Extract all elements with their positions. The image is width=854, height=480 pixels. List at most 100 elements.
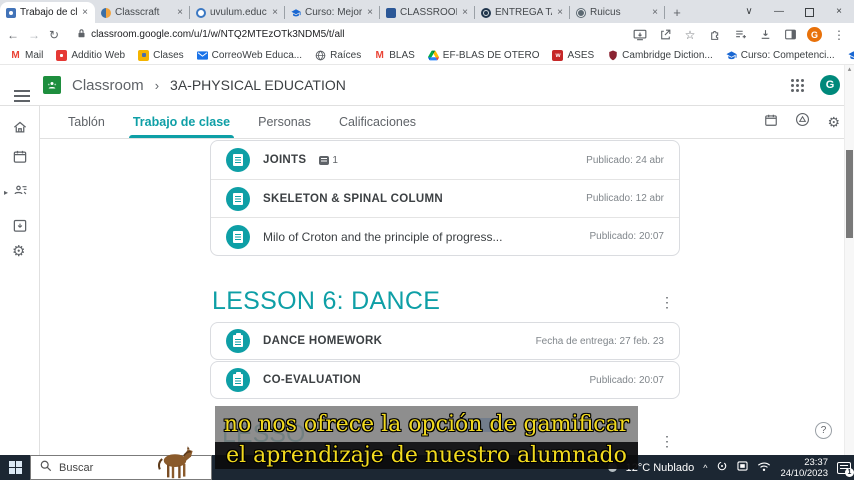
section-menu-icon[interactable]: ⋮ bbox=[656, 295, 678, 309]
material-book-icon bbox=[226, 148, 250, 172]
bookmark-label: Cambridge Diction... bbox=[622, 49, 713, 61]
desktop-horse-pet[interactable] bbox=[150, 443, 200, 480]
assignment-row-coevaluation[interactable]: CO-EVALUATION Publicado: 20:07 bbox=[211, 362, 679, 398]
back-button[interactable]: ← bbox=[7, 28, 19, 42]
assignment-title: CO-EVALUATION bbox=[263, 374, 362, 386]
tab-trabajo-de-clase-nav[interactable]: Trabajo de clase bbox=[119, 106, 244, 138]
tab-uvulum[interactable]: uvulum.educa.m... × bbox=[190, 2, 285, 23]
start-button[interactable] bbox=[0, 455, 30, 480]
material-row-skeleton[interactable]: SKELETON & SPINAL COLUMN Publicado: 12 a… bbox=[211, 179, 679, 217]
tab-tablon[interactable]: Tablón bbox=[54, 106, 119, 138]
tab-classcraft[interactable]: Classcraft × bbox=[95, 2, 190, 23]
sidebar-calendar-icon[interactable] bbox=[12, 149, 28, 169]
bookmark-star-icon[interactable]: ☆ bbox=[682, 27, 698, 43]
bookmark-raices[interactable]: Raíces bbox=[315, 50, 361, 61]
tray-app-icon[interactable] bbox=[737, 461, 749, 474]
notification-center-icon[interactable]: 1 bbox=[837, 461, 854, 477]
tab-classroom-b[interactable]: CLASSROOM B... × bbox=[380, 2, 475, 23]
tab-label: Personas bbox=[258, 115, 311, 129]
tab-personas[interactable]: Personas bbox=[244, 106, 325, 138]
browser-profile-avatar[interactable]: G bbox=[807, 27, 822, 42]
classcraft-favicon bbox=[101, 7, 111, 18]
minimize-button[interactable]: — bbox=[764, 0, 794, 23]
app-name[interactable]: Classroom bbox=[72, 77, 144, 94]
tab-close-icon[interactable]: × bbox=[176, 7, 184, 18]
assignment-row-dance-homework[interactable]: DANCE HOMEWORK Fecha de entrega: 27 feb.… bbox=[211, 323, 679, 359]
bookmark-blas[interactable]: BLAS bbox=[374, 50, 415, 61]
drive-folder-icon[interactable] bbox=[795, 112, 810, 132]
settings-gear-icon[interactable]: ⚙ bbox=[827, 115, 840, 129]
hamburger-menu-icon[interactable] bbox=[14, 78, 32, 92]
help-icon[interactable]: ? bbox=[815, 422, 832, 439]
tab-close-icon[interactable]: × bbox=[556, 7, 564, 18]
scrollbar[interactable]: ▴ bbox=[844, 65, 854, 455]
material-row-milo[interactable]: Milo of Croton and the principle of prog… bbox=[211, 217, 679, 255]
tab-close-icon[interactable]: × bbox=[461, 7, 469, 18]
archived-classes-icon[interactable] bbox=[12, 218, 28, 238]
course-name[interactable]: 3A-PHYSICAL EDUCATION bbox=[170, 77, 346, 93]
account-avatar[interactable]: G bbox=[820, 75, 840, 95]
subtitle-text: no nos ofrece la opción de gamificar bbox=[223, 411, 630, 437]
home-icon[interactable] bbox=[12, 120, 28, 140]
maximize-button[interactable] bbox=[794, 0, 824, 23]
time-text: 23:37 bbox=[804, 456, 828, 468]
bookmark-curso-competencia[interactable]: Curso: Competenci... bbox=[726, 50, 835, 61]
taskbar-clock[interactable]: 23:37 24/10/2023 bbox=[780, 457, 828, 479]
tab-trabajo-de-clase[interactable]: Trabajo de clas... × bbox=[0, 2, 95, 23]
tab-curso-mejora[interactable]: Curso: Mejora l... × bbox=[285, 2, 380, 23]
bookmark-clases[interactable]: Clases bbox=[138, 49, 184, 61]
tab-close-icon[interactable]: × bbox=[366, 7, 374, 18]
new-tab-button[interactable]: + bbox=[665, 2, 689, 23]
bookmark-mail[interactable]: Mail bbox=[10, 50, 43, 61]
bookmark-label: Curso: Competenci... bbox=[740, 49, 835, 61]
bookmark-curso-cdd[interactable]: Curso: CDD - Nivel... bbox=[848, 50, 854, 61]
next-section-menu-icon[interactable]: ⋮ bbox=[656, 434, 678, 448]
teaching-classes-icon[interactable] bbox=[12, 182, 29, 203]
bookmark-cambridge[interactable]: Cambridge Diction... bbox=[607, 50, 713, 61]
window-close-button[interactable]: × bbox=[824, 0, 854, 23]
drive-icon bbox=[427, 50, 439, 61]
reload-button[interactable]: ↻ bbox=[49, 28, 59, 42]
share-icon[interactable] bbox=[657, 27, 673, 43]
onedrive-icon[interactable] bbox=[716, 461, 728, 474]
tab-entrega-tareas[interactable]: ENTREGA TARE... × bbox=[475, 2, 570, 23]
reading-list-icon[interactable] bbox=[732, 27, 748, 43]
section-title[interactable]: LESSON 6: DANCE bbox=[212, 287, 440, 316]
scroll-up-icon[interactable]: ▴ bbox=[845, 65, 854, 75]
ases-icon bbox=[552, 49, 564, 61]
download-icon[interactable] bbox=[757, 27, 773, 43]
materials-card: JOINTS 1 Publicado: 24 abr SKELETON & SP… bbox=[210, 140, 680, 256]
material-row-joints[interactable]: JOINTS 1 Publicado: 24 abr bbox=[211, 141, 679, 179]
bookmark-correoweb[interactable]: CorreoWeb Educa... bbox=[196, 50, 302, 61]
wifi-icon[interactable] bbox=[757, 461, 771, 475]
tab-close-icon[interactable]: × bbox=[81, 7, 89, 18]
tab-calificaciones[interactable]: Calificaciones bbox=[325, 106, 430, 138]
install-icon[interactable] bbox=[632, 27, 648, 43]
browser-menu-icon[interactable]: ⋮ bbox=[831, 27, 847, 43]
expand-chevron-icon[interactable]: ▸ bbox=[4, 188, 8, 197]
tab-label: Tablón bbox=[68, 115, 105, 129]
bookmark-additio[interactable]: Additio Web bbox=[56, 49, 125, 61]
tab-search-icon[interactable]: ∨ bbox=[734, 0, 764, 23]
tab-close-icon[interactable]: × bbox=[271, 7, 279, 18]
tray-chevron-icon[interactable]: ^ bbox=[703, 463, 707, 473]
side-panel-icon[interactable] bbox=[782, 27, 798, 43]
tab-ruicus[interactable]: Ruicus × bbox=[570, 2, 665, 23]
extensions-icon[interactable] bbox=[707, 27, 723, 43]
bookmark-ases[interactable]: ASES bbox=[552, 49, 594, 61]
scrollbar-thumb[interactable] bbox=[846, 150, 853, 238]
assignment-card-dance: DANCE HOMEWORK Fecha de entrega: 27 feb.… bbox=[210, 322, 680, 360]
bookmark-ef-blas-de-otero[interactable]: EF-BLAS DE OTERO bbox=[427, 50, 539, 61]
ruicus-favicon bbox=[576, 7, 586, 18]
calendar-icon[interactable] bbox=[764, 113, 778, 132]
forward-button[interactable]: → bbox=[28, 28, 40, 42]
url-bar[interactable]: classroom.google.com/u/1/w/NTQ2MTEzOTk3N… bbox=[68, 26, 623, 43]
material-meta: Publicado: 24 abr bbox=[586, 154, 664, 166]
material-meta: Publicado: 20:07 bbox=[589, 231, 664, 242]
subtitle-line-1: no nos ofrece la opción de gamificar bbox=[215, 406, 638, 442]
google-apps-grid-icon[interactable] bbox=[791, 78, 804, 92]
graduation-cap-favicon bbox=[291, 8, 301, 18]
material-book-icon bbox=[226, 224, 250, 249]
sidebar-settings-icon[interactable]: ⚙ bbox=[12, 244, 25, 259]
tab-close-icon[interactable]: × bbox=[651, 7, 659, 18]
